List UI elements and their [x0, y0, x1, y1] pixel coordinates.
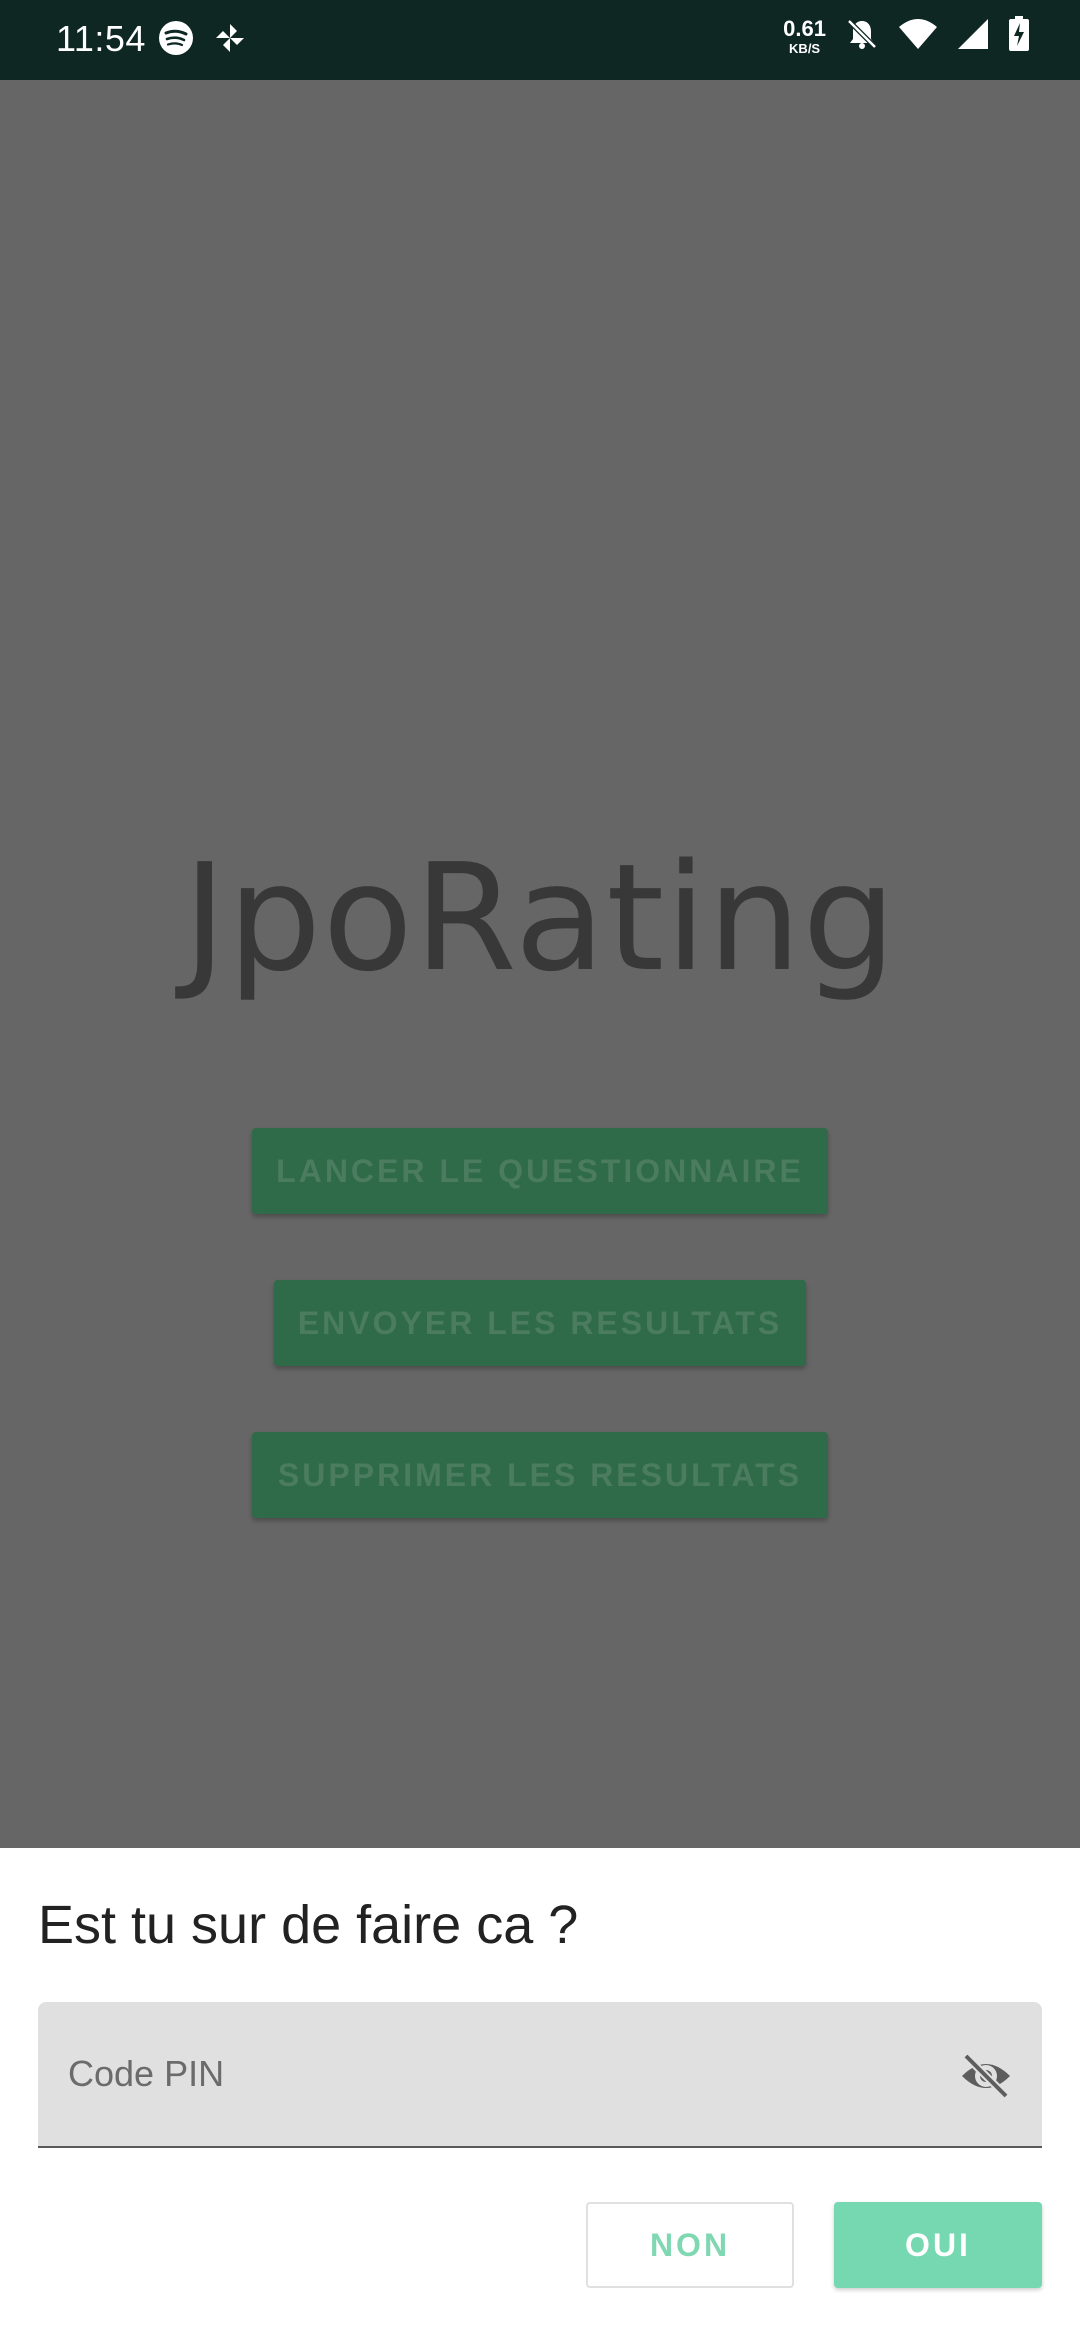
spotify-icon — [158, 20, 194, 61]
pin-field[interactable] — [38, 2002, 1042, 2148]
wifi-icon — [898, 17, 938, 56]
no-button[interactable]: NON — [586, 2202, 794, 2288]
network-speed: 0.61 KB/S — [783, 16, 826, 56]
system-icons: 0.61 KB/S — [783, 16, 1030, 57]
status-time: 11:54 — [56, 18, 146, 59]
pin-input[interactable] — [68, 2038, 928, 2110]
visibility-off-icon[interactable] — [958, 2048, 1014, 2104]
dialog-title: Est tu sur de faire ca ? — [38, 1895, 579, 1955]
app-title: JpoRating — [182, 832, 898, 1004]
launch-questionnaire-button[interactable]: LANCER LE QUESTIONNAIRE — [252, 1128, 828, 1214]
bell-off-icon — [844, 16, 880, 57]
yes-button[interactable]: OUI — [834, 2202, 1042, 2288]
net-speed-value: 0.61 — [783, 16, 826, 41]
net-speed-unit: KB/S — [789, 41, 821, 56]
send-results-button[interactable]: ENVOYER LES RESULTATS — [274, 1280, 806, 1366]
confirm-dialog: Est tu sur de faire ca ? NON OUI — [0, 1848, 1080, 2340]
pinwheel-icon — [212, 20, 248, 61]
delete-results-button[interactable]: SUPPRIMER LES RESULTATS — [252, 1432, 828, 1518]
status-bar: 11:54 0.61 KB/S — [0, 0, 1080, 80]
cell-signal-icon — [956, 17, 990, 56]
battery-charging-icon — [1008, 16, 1030, 57]
notification-icons — [158, 20, 248, 61]
